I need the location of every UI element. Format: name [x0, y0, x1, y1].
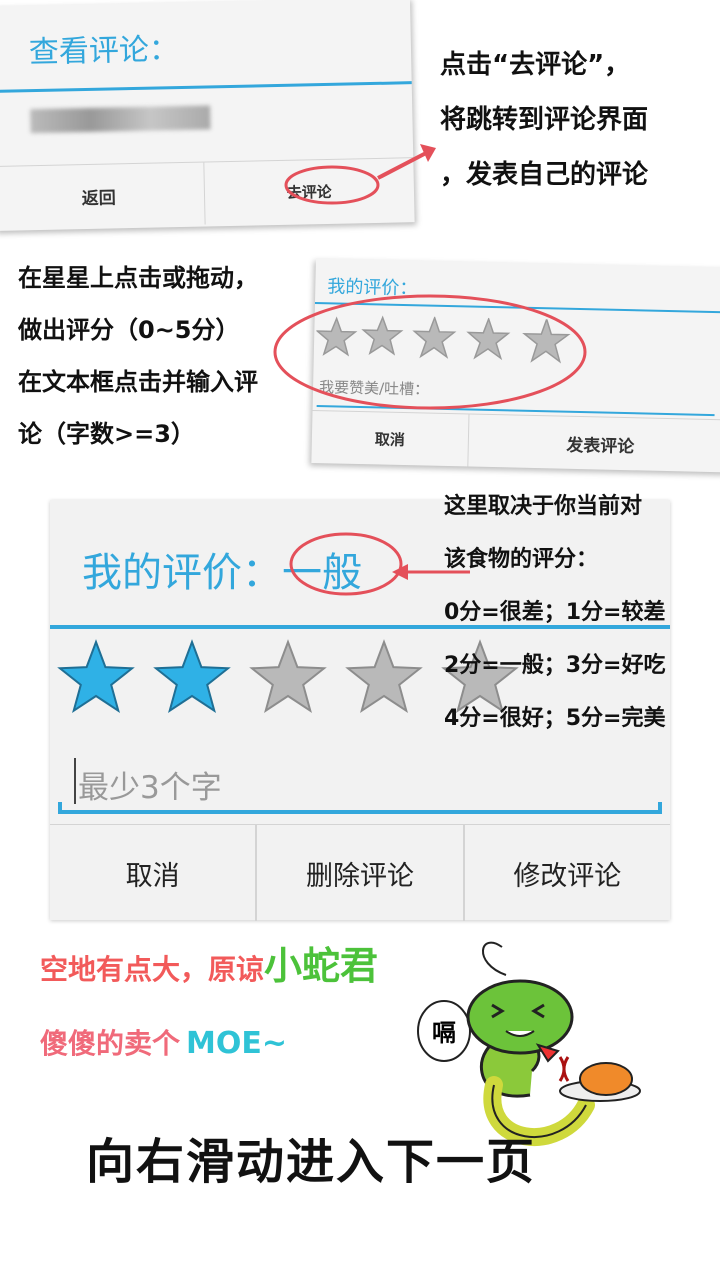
- star-filled-icon[interactable]: [153, 639, 231, 713]
- rating-panel-button-bar: 取消 发表评论: [311, 409, 720, 473]
- star-empty-icon[interactable]: [345, 639, 423, 713]
- note-score-scale: 这里取决于你当前对 该食物的评分： 0分=很差；1分=较差 2分=一般；3分=好…: [444, 494, 666, 731]
- star-filled-icon[interactable]: [57, 639, 135, 713]
- star-empty-icon[interactable]: [249, 639, 327, 713]
- comment-input[interactable]: 最少3个字: [78, 762, 222, 807]
- detail-button-bar: 取消 删除评论 修改评论: [50, 824, 670, 921]
- annotation-ellipse-stars: [273, 294, 587, 410]
- blurred-comment-text: [30, 105, 211, 134]
- delete-comment-button[interactable]: 删除评论: [255, 825, 462, 921]
- title-divider: [0, 81, 412, 93]
- swipe-instruction: 向右滑动进入下一页: [86, 1134, 537, 1190]
- cancel-button[interactable]: 取消: [50, 825, 255, 921]
- view-comments-title: 查看评论：: [28, 32, 180, 71]
- edit-comment-button[interactable]: 修改评论: [462, 825, 670, 921]
- moe-text: 傻傻的卖个 MOE~: [40, 1026, 288, 1061]
- annotation-arrow-go-comment: [284, 144, 436, 205]
- input-underline: [58, 802, 662, 814]
- cancel-button[interactable]: 取消: [311, 410, 470, 467]
- bubble-text: 嗝: [432, 1019, 456, 1047]
- apology-text: 空地有点大，原谅小蛇君: [40, 944, 379, 988]
- back-button[interactable]: 返回: [0, 162, 206, 229]
- note-rate-instructions: 在星星上点击或拖动， 做出评分（0~5分） 在文本框点击并输入评 论（字数>=3…: [18, 264, 258, 448]
- note-go-comment: 点击“去评论”， 将跳转到评论界面 ，发表自己的评论: [440, 50, 649, 190]
- publish-comment-button[interactable]: 发表评论: [468, 415, 720, 473]
- snake-name: 小蛇君: [264, 944, 379, 988]
- text-cursor: [74, 758, 76, 804]
